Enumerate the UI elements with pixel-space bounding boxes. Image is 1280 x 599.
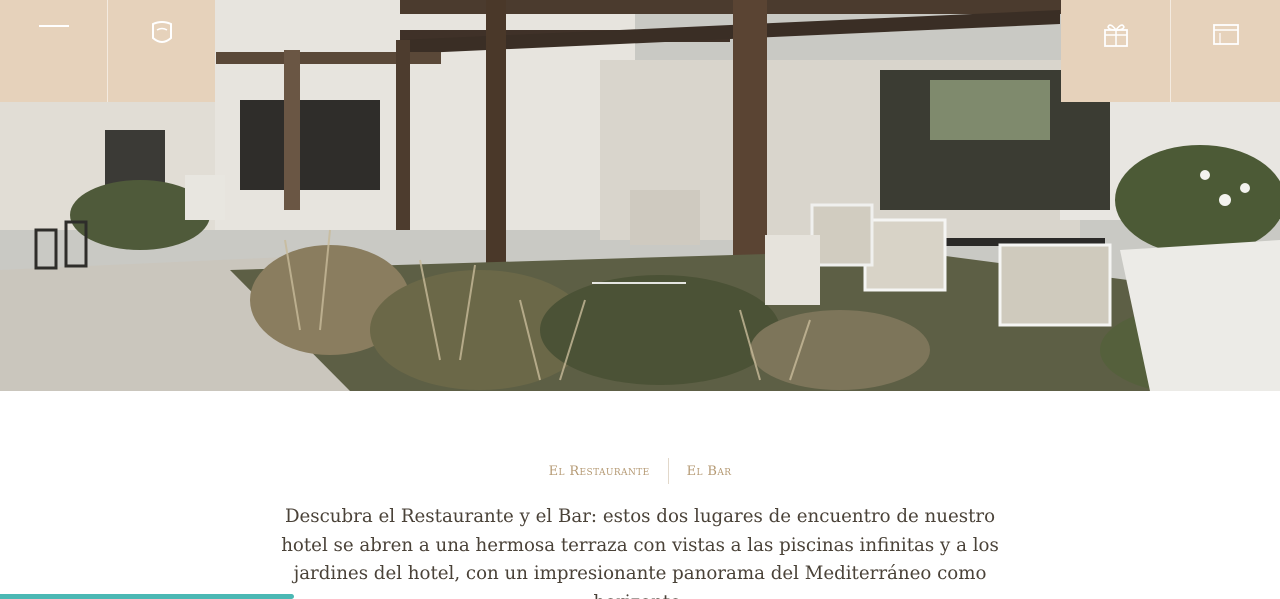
section-tabs: El Restaurante El Bar: [0, 458, 1280, 484]
scroll-progress-bar: [0, 594, 294, 599]
gift-button[interactable]: [1061, 0, 1170, 102]
tab-restaurante[interactable]: El Restaurante: [531, 462, 668, 481]
intro-paragraph: Descubra el Restaurante y el Bar: estos …: [281, 506, 999, 599]
header-right: [1061, 0, 1280, 102]
menu-icon: [38, 25, 69, 27]
hero-slider-indicator[interactable]: [592, 282, 686, 284]
booking-button[interactable]: [1170, 0, 1280, 102]
calendar-icon: [1212, 24, 1239, 45]
logo-button[interactable]: [107, 0, 215, 102]
gift-icon: [1103, 24, 1128, 47]
menu-button[interactable]: [0, 0, 107, 102]
header-left: [0, 0, 215, 102]
tab-bar[interactable]: El Bar: [669, 462, 750, 481]
hotel-logo-icon: [151, 21, 172, 43]
